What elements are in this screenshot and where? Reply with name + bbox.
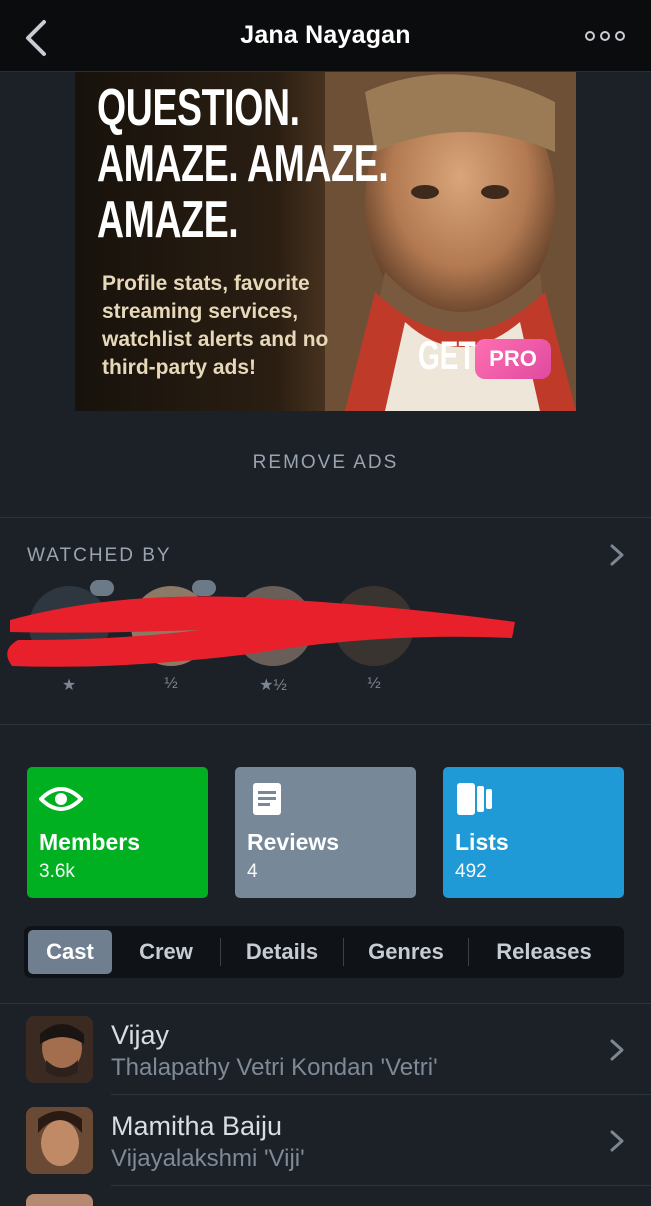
reviews-card[interactable]: Reviews 4 [235, 767, 416, 898]
remove-ads-link[interactable]: REMOVE ADS [0, 452, 651, 474]
divider [0, 517, 651, 518]
watched-by-label: WATCHED BY [27, 545, 172, 566]
cast-photo [26, 1016, 93, 1083]
lists-label: Lists [455, 829, 509, 855]
chevron-right-icon[interactable] [608, 543, 626, 567]
ad-get-label: GET [418, 334, 476, 378]
divider [0, 724, 651, 725]
tab-bar: Cast Crew Details Genres Releases [24, 926, 624, 978]
top-bar: Jana Nayagan [0, 0, 651, 72]
ellipsis-icon[interactable] [585, 28, 625, 44]
ad-subtext: Profile stats, favorite streaming servic… [102, 272, 329, 379]
cast-row[interactable]: Mamitha Baiju Vijayalakshmi 'Viji' [0, 1095, 651, 1186]
reviews-label: Reviews [247, 829, 340, 855]
cast-photo [26, 1194, 93, 1206]
cast-name: Mamitha Baiju [111, 1111, 283, 1141]
chevron-right-icon [610, 1130, 624, 1152]
cast-role: Vijayalakshmi 'Viji' [111, 1145, 305, 1172]
members-card[interactable]: Members 3.6k [27, 767, 208, 898]
members-count: 3.6k [39, 861, 75, 882]
reviews-count: 4 [247, 861, 258, 882]
divider [111, 1185, 651, 1186]
tab-details[interactable]: Details [221, 930, 343, 974]
document-icon [253, 783, 281, 815]
cast-role: Thalapathy Vetri Kondan 'Vetri' [111, 1054, 438, 1081]
page-title: Jana Nayagan [240, 21, 411, 49]
chevron-right-icon [610, 1039, 624, 1061]
ad-banner[interactable]: QUESTION. AMAZE. AMAZE. AMAZE. Profile s… [75, 72, 576, 411]
tab-releases[interactable]: Releases [469, 930, 619, 974]
ad-pro-badge[interactable]: PRO [475, 339, 551, 379]
lists-count: 492 [455, 861, 487, 882]
lists-card[interactable]: Lists 492 [443, 767, 624, 898]
tab-crew[interactable]: Crew [112, 930, 220, 974]
members-label: Members [39, 829, 140, 855]
tab-cast[interactable]: Cast [28, 930, 112, 974]
watcher-rating: ★½ [259, 677, 287, 694]
watcher-rating: ½ [367, 675, 381, 692]
cast-name: Vijay [111, 1020, 170, 1050]
cast-row[interactable]: Vijay Thalapathy Vetri Kondan 'Vetri' [0, 1004, 651, 1095]
watcher-rating: ½ [164, 675, 178, 692]
watcher-rating: ★ [61, 677, 77, 694]
redaction-scribble [7, 596, 515, 667]
chevron-left-icon[interactable] [20, 18, 54, 58]
lists-icon [457, 783, 492, 815]
tab-genres[interactable]: Genres [344, 930, 468, 974]
cast-photo [26, 1107, 93, 1174]
eye-icon [39, 787, 83, 811]
ad-headline: QUESTION. AMAZE. AMAZE. AMAZE. [97, 79, 389, 249]
